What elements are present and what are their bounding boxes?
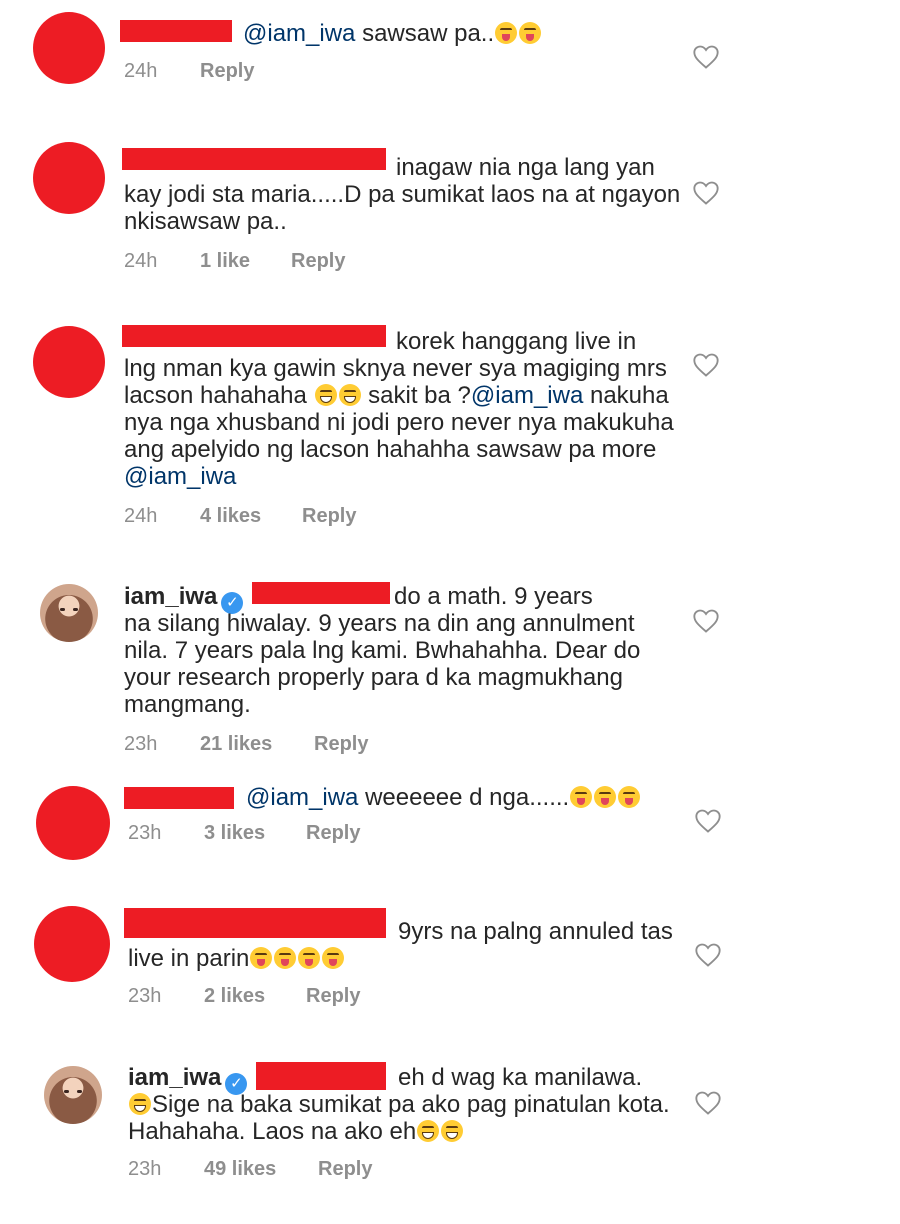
avatar[interactable]	[36, 786, 110, 860]
timestamp: 24h	[124, 60, 158, 82]
timestamp: 24h	[124, 250, 158, 272]
comment-text-line: na silang hiwalay. 9 years na din ang an…	[124, 610, 635, 637]
timestamp: 24h	[124, 505, 158, 527]
reply-button[interactable]: Reply	[306, 822, 360, 845]
tongue-emoji-icon	[519, 22, 542, 44]
avatar[interactable]	[33, 142, 105, 214]
avatar-eye	[64, 1090, 69, 1093]
comment-text-line: nkisawsaw pa..	[124, 208, 287, 235]
heart-icon[interactable]	[694, 808, 722, 834]
avatar[interactable]	[33, 12, 105, 84]
laughing-emoji-icon	[338, 384, 361, 406]
likes-count[interactable]: 2 likes	[204, 985, 265, 1008]
heart-icon[interactable]	[692, 180, 720, 206]
text-span: nakuha	[583, 382, 669, 409]
comment-text-line: mangmang.	[124, 691, 251, 718]
text-span: Sige na baka sumikat pa ako pag pinatula…	[152, 1091, 670, 1118]
comment-text-line: Sige na baka sumikat pa ako pag pinatula…	[128, 1091, 670, 1118]
reply-button[interactable]: Reply	[302, 505, 356, 528]
comment-text: @iam_iwa weeeeee d nga......	[246, 784, 641, 811]
tongue-emoji-icon	[274, 947, 297, 969]
username-link[interactable]: iam_iwa	[128, 1064, 221, 1091]
heart-icon[interactable]	[694, 942, 722, 968]
avatar-eye	[77, 1090, 82, 1093]
heart-icon[interactable]	[692, 608, 720, 634]
heart-icon[interactable]	[694, 1090, 722, 1116]
comment-text-line: eh d wag ka manilawa.	[398, 1064, 643, 1091]
reply-button[interactable]: Reply	[306, 985, 360, 1008]
laughing-emoji-icon	[314, 384, 337, 406]
mention-link[interactable]: @iam_iwa	[246, 784, 358, 811]
heart-icon[interactable]	[692, 44, 720, 70]
text-span: sakit ba ?	[361, 382, 471, 409]
likes-count[interactable]: 49 likes	[204, 1158, 276, 1181]
redacted-username	[124, 787, 234, 809]
heart-icon[interactable]	[692, 352, 720, 378]
text-span: sawsaw pa..	[355, 20, 495, 47]
username-link[interactable]: iam_iwa	[124, 583, 217, 610]
redacted-username	[252, 582, 390, 604]
likes-count[interactable]: 1 like	[200, 250, 250, 273]
likes-count[interactable]: 21 likes	[200, 733, 272, 756]
avatar[interactable]	[44, 1066, 102, 1124]
avatar[interactable]	[34, 906, 110, 982]
redacted-username	[120, 20, 232, 42]
comment-text-line: ang apelyido ng lacson hahahha sawsaw pa…	[124, 436, 657, 463]
text-span: lacson hahahaha	[124, 382, 314, 409]
comment-text-line: nya nga xhusband ni jodi pero never nya …	[124, 409, 674, 436]
avatar-eye	[73, 608, 78, 611]
likes-count[interactable]: 3 likes	[204, 822, 265, 845]
redacted-username	[124, 908, 386, 938]
avatar-eye	[60, 608, 65, 611]
avatar[interactable]	[33, 326, 105, 398]
comment-text-line: kay jodi sta maria.....D pa sumikat laos…	[124, 181, 681, 208]
mention-link[interactable]: @iam_iwa	[124, 463, 236, 490]
text-span: weeeeee d nga......	[358, 784, 570, 811]
comment-text-line: nila. 7 years pala lng kami. Bwhahahha. …	[124, 637, 641, 664]
tongue-emoji-icon	[594, 786, 617, 808]
likes-count[interactable]: 4 likes	[200, 505, 261, 528]
redacted-username	[122, 325, 386, 347]
comment-text-line: korek hanggang live in	[396, 328, 637, 355]
comment-text-line: your research properly para d ka magmukh…	[124, 664, 623, 691]
reply-button[interactable]: Reply	[318, 1158, 372, 1181]
reply-button[interactable]: Reply	[314, 733, 368, 756]
text-span: Hahahaha. Laos na ako eh	[128, 1118, 417, 1145]
timestamp: 23h	[128, 985, 162, 1007]
comment-text-line: do a math. 9 years	[394, 583, 593, 610]
laughing-emoji-icon	[417, 1120, 440, 1142]
text-span: live in parin	[128, 945, 250, 972]
comment-text-line: Hahahaha. Laos na ako eh	[128, 1118, 464, 1145]
laughing-emoji-icon	[441, 1120, 464, 1142]
timestamp: 23h	[124, 733, 158, 755]
timestamp: 23h	[128, 1158, 162, 1180]
comment-text-line: 9yrs na palng annuled tas	[398, 918, 673, 945]
tongue-emoji-icon	[250, 947, 273, 969]
mention-link[interactable]: @iam_iwa	[471, 382, 583, 409]
redacted-username	[256, 1062, 386, 1090]
comment-text: @iam_iwa sawsaw pa..	[243, 20, 542, 47]
comment-text-line: lng nman kya gawin sknya never sya magig…	[124, 355, 667, 382]
timestamp: 23h	[128, 822, 162, 844]
comment-text-line: live in parin	[128, 945, 345, 972]
reply-button[interactable]: Reply	[291, 250, 345, 273]
comment-text-line: inagaw nia nga lang yan	[396, 154, 655, 181]
avatar[interactable]	[40, 584, 98, 642]
tongue-emoji-icon	[298, 947, 321, 969]
tongue-emoji-icon	[322, 947, 345, 969]
reply-button[interactable]: Reply	[200, 60, 254, 83]
tongue-emoji-icon	[618, 786, 641, 808]
tongue-emoji-icon	[570, 786, 593, 808]
comment-text-line: lacson hahahaha sakit ba ?@iam_iwa nakuh…	[124, 382, 669, 409]
mention-link[interactable]: @iam_iwa	[243, 20, 355, 47]
tongue-emoji-icon	[495, 22, 518, 44]
laughing-emoji-icon	[129, 1093, 151, 1115]
redacted-username	[122, 148, 386, 170]
